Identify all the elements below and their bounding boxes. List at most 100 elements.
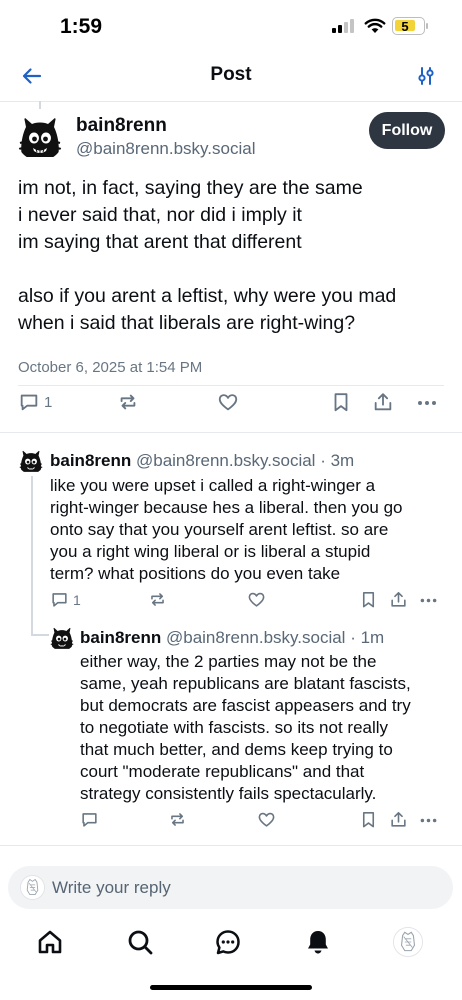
bookmark-button[interactable] — [359, 590, 378, 609]
share-icon — [372, 391, 394, 413]
reply-actions — [0, 810, 462, 834]
battery-tip — [426, 23, 428, 29]
reply-line: term? what positions do you even take — [50, 564, 341, 583]
chat-icon — [216, 930, 240, 955]
signal-icon — [332, 19, 354, 33]
post-header: Post — [0, 56, 462, 100]
status-time: 1:59 — [60, 15, 103, 38]
replies-divider — [0, 845, 462, 846]
reply-line: you a right wing liberal or is liberal a… — [50, 542, 371, 561]
reply-avatar[interactable] — [49, 625, 75, 651]
status-bar: 1:59 5 — [0, 0, 462, 56]
composer-avatar — [20, 875, 45, 900]
reply-button[interactable]: 1 — [50, 590, 81, 609]
post-timestamp: October 6, 2025 at 1:54 PM — [18, 359, 203, 376]
battery-icon: 5 — [392, 17, 425, 35]
reply-author-handle[interactable]: @bain8renn.bsky.social — [166, 628, 345, 647]
repost-button[interactable] — [117, 391, 139, 413]
repost-icon — [117, 391, 139, 413]
main-post-author-name[interactable]: bain8renn — [76, 115, 167, 137]
repost-button[interactable] — [148, 590, 167, 609]
reply-line: to negotiate with fascists. so its not r… — [80, 718, 389, 737]
more-icon — [418, 590, 439, 611]
tab-notifications[interactable] — [302, 926, 334, 958]
reply-line: but democrats are fascist appeasers and … — [80, 696, 411, 715]
more-icon — [415, 391, 439, 415]
repost-button[interactable] — [168, 810, 187, 829]
reply-line: either way, the 2 parties may not be the — [80, 652, 377, 671]
battery-level: 5 — [401, 19, 409, 34]
reply-author-handle[interactable]: @bain8renn.bsky.social — [136, 451, 315, 470]
tab-chat[interactable] — [212, 926, 244, 958]
reply-header: bain8renn @bain8renn.bsky.social · 1m — [80, 628, 384, 648]
main-post-avatar[interactable] — [16, 113, 64, 161]
tab-profile[interactable] — [392, 926, 424, 958]
more-button[interactable] — [418, 590, 439, 611]
search-icon — [128, 930, 153, 955]
main-post-line: im not, in fact, saying they are the sam… — [18, 177, 363, 199]
reply-composer[interactable]: Write your reply — [8, 866, 453, 909]
home-indicator — [150, 985, 312, 990]
reply-line: onto say that you yourself arent leftist… — [50, 520, 389, 539]
repost-icon — [168, 810, 187, 829]
main-post-line: im saying that arent that different — [18, 231, 302, 253]
reply-avatar[interactable] — [18, 448, 44, 474]
like-button[interactable] — [257, 810, 276, 829]
main-post-author-handle[interactable]: @bain8renn.bsky.social — [76, 139, 255, 159]
bookmark-icon — [359, 810, 378, 829]
reply-count: 1 — [73, 591, 81, 608]
repost-icon — [148, 590, 167, 609]
reply-button[interactable] — [80, 810, 99, 829]
like-button[interactable] — [247, 590, 266, 609]
reply-icon — [18, 391, 40, 413]
follow-button[interactable]: Follow — [369, 112, 445, 149]
reply-icon — [50, 590, 69, 609]
reply-text: like you were upset i called a right-win… — [50, 475, 450, 585]
more-button[interactable] — [418, 810, 439, 831]
share-icon — [389, 810, 408, 829]
bookmark-button[interactable] — [359, 810, 378, 829]
more-button[interactable] — [415, 391, 439, 415]
share-button[interactable] — [389, 810, 408, 829]
like-button[interactable] — [217, 391, 239, 413]
main-post-line: also if you arent a leftist, why were yo… — [18, 285, 397, 307]
main-post-paragraph: also if you arent a leftist, why were yo… — [18, 283, 448, 337]
main-post-line: when i said that liberals are right-wing… — [18, 312, 356, 334]
reply-placeholder[interactable]: Write your reply — [52, 878, 171, 898]
reply-count: 1 — [44, 393, 53, 411]
parent-thread-line — [39, 101, 41, 109]
bookmark-icon — [359, 590, 378, 609]
timestamp-divider — [18, 385, 444, 386]
sliders-icon[interactable] — [414, 64, 438, 88]
reply-line: like you were upset i called a right-win… — [50, 476, 376, 495]
main-post-actions: 1 — [0, 391, 462, 415]
tab-search[interactable] — [124, 926, 156, 958]
reply-author-name[interactable]: bain8renn — [80, 628, 161, 647]
tab-home[interactable] — [34, 926, 66, 958]
main-post-paragraph: im not, in fact, saying they are the sam… — [18, 175, 448, 256]
share-button[interactable] — [389, 590, 408, 609]
bookmark-button[interactable] — [330, 391, 352, 413]
main-post-line: i never said that, nor did i imply it — [18, 204, 302, 226]
reply-text: either way, the 2 parties may not be the… — [80, 651, 455, 805]
main-post-divider — [0, 432, 462, 433]
header-divider — [0, 101, 462, 102]
reply-line: same, yeah republicans are blatant fasci… — [80, 674, 411, 693]
like-icon — [217, 391, 239, 413]
reply-actions: 1 — [0, 590, 462, 614]
reply-icon — [80, 810, 99, 829]
more-icon — [418, 810, 439, 831]
reply-line: right-winger because hes a liberal. then… — [50, 498, 403, 517]
reply-line: court "moderate republicans" and that — [80, 762, 365, 781]
reply-line: strategy consistently fails spectacularl… — [80, 784, 377, 803]
reply-line: that much better, and dems keep trying t… — [80, 740, 393, 759]
home-icon — [38, 930, 62, 954]
reply-age: · 1m — [350, 628, 385, 647]
reply-age: · 3m — [320, 451, 355, 470]
share-icon — [389, 590, 408, 609]
like-icon — [257, 810, 276, 829]
reply-button[interactable]: 1 — [18, 391, 52, 413]
share-button[interactable] — [372, 391, 394, 413]
bookmark-icon — [330, 391, 352, 413]
reply-author-name[interactable]: bain8renn — [50, 451, 131, 470]
